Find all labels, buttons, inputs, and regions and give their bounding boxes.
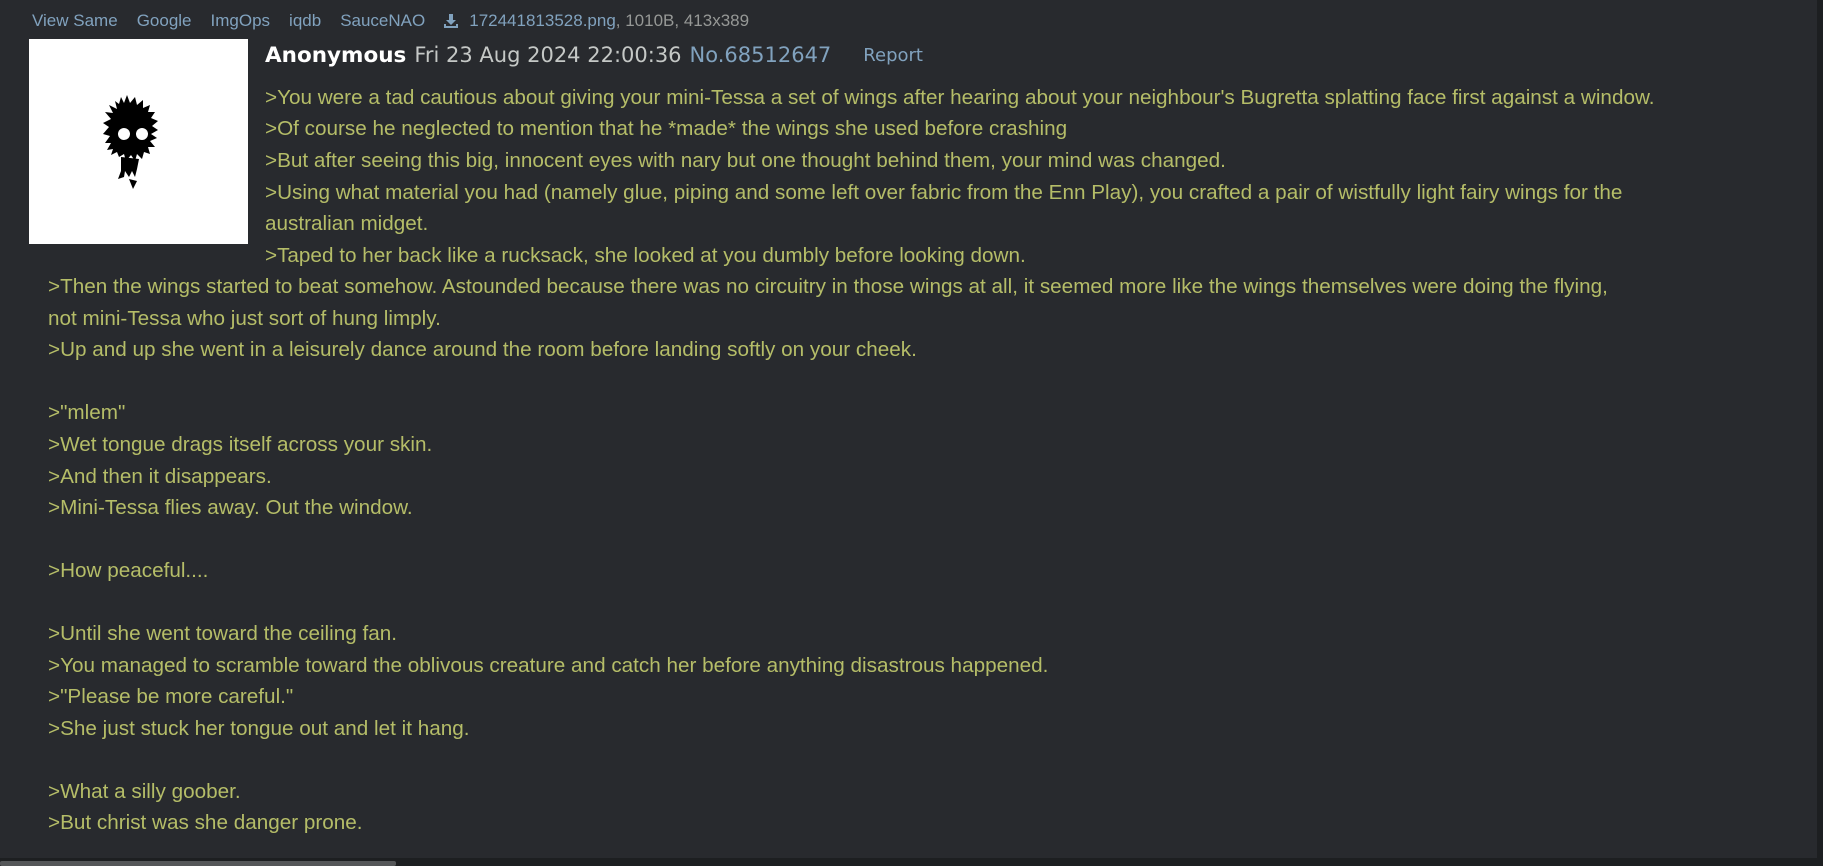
post-line: >What a silly goober. [48,780,241,803]
creature-image [103,95,158,189]
post-datetime: Fri 23 Aug 2024 22:00:36 [414,43,682,67]
google-link[interactable]: Google [137,11,192,31]
post-line: >"Please be more careful." [48,685,294,708]
view-same-link[interactable]: View Same [32,11,118,31]
post-line: >She just stuck her tongue out and let i… [48,717,470,740]
post-thumbnail[interactable] [29,39,248,244]
file-meta: , 1010B, 413x389 [615,11,750,30]
report-button[interactable]: Report [863,45,923,66]
post-line: >Of course he neglected to mention that … [265,117,1068,140]
post-line: >Then the wings started to beat somehow.… [48,275,1608,298]
post-line: >Mini-Tessa flies away. Out the window. [48,496,413,519]
post-line: >Using what material you had (namely glu… [265,181,1623,204]
post-line: >But after seeing this big, innocent eye… [265,149,1226,172]
file-name-link[interactable]: 172441813528.png [469,11,616,31]
file-info-bar: View Same Google ImgOps iqdb SauceNAO 17… [32,10,749,32]
download-icon[interactable] [443,13,459,29]
post-line: not mini-Tessa who just sort of hung lim… [48,307,441,330]
post-line: >Taped to her back like a rucksack, she … [265,244,1026,267]
post-container: View Same Google ImgOps iqdb SauceNAO 17… [0,0,1819,858]
post-line: >Until she went toward the ceiling fan. [48,622,398,645]
saucenao-link[interactable]: SauceNAO [340,11,425,31]
post-line: >And then it disappears. [48,465,272,488]
poster-name: Anonymous [265,42,407,68]
post-line: australian midget. [265,212,429,235]
post-number-link[interactable]: No.68512647 [690,43,832,67]
iqdb-link[interactable]: iqdb [289,11,321,31]
post-line: >You were a tad cautious about giving yo… [265,86,1655,109]
post-line: >"mlem" [48,401,126,424]
scrollbar-thumb[interactable] [0,861,396,866]
post-line: >Wet tongue drags itself across your ski… [48,433,433,456]
post-line: >You managed to scramble toward the obli… [48,654,1049,677]
imgops-link[interactable]: ImgOps [211,11,271,31]
post-line: >But christ was she danger prone. [48,811,363,834]
post-header: Anonymous Fri 23 Aug 2024 22:00:36 No.68… [265,40,923,70]
horizontal-scrollbar[interactable] [0,861,1819,866]
post-line: >How peaceful.... [48,559,209,582]
post-line: >Up and up she went in a leisurely dance… [48,338,917,361]
